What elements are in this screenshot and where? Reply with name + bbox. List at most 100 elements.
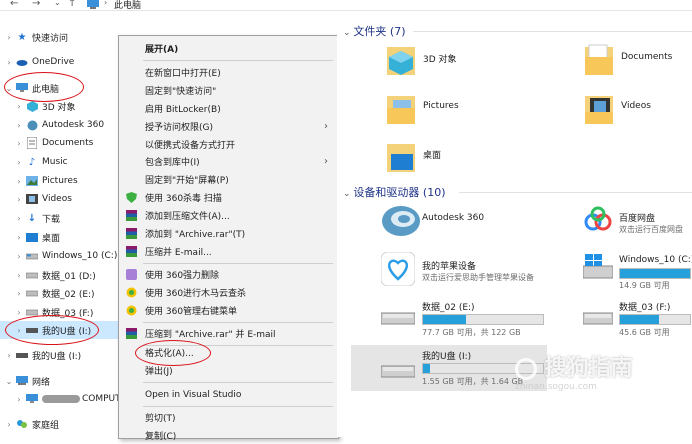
nav-item-drive-c[interactable]: › Windows_10 (C:) [14,247,117,265]
menu-item-copy[interactable]: 复制(C) [119,427,338,444]
nav-item-drive-d[interactable]: › 数据_01 (D:) [14,266,95,284]
menu-item-360-scan[interactable]: 使用 360杀毒 扫描 [119,189,338,206]
chevron-down-icon[interactable]: ⌄ [4,377,14,386]
windows-drive-icon [582,254,614,283]
drive-icon [26,250,38,262]
nav-item-homegroup[interactable]: › 家庭组 [4,415,59,433]
folder-tile-pictures[interactable]: Pictures [387,92,517,136]
chevron-right-icon[interactable]: › [14,308,24,317]
drive-icon [582,310,614,329]
nav-item-usb-drive[interactable]: › 我的U盘 (I:) [4,346,81,364]
menu-item-grant-access[interactable]: 授予访问权限(G) › [119,118,338,135]
device-tile-autodesk-360[interactable]: Autodesk 360 [381,204,541,244]
menu-item-pin-quick-access[interactable]: 固定到"快速访问" [119,82,338,99]
nav-item-documents[interactable]: › Documents [14,134,93,152]
menu-item-expand[interactable]: 展开(A) [119,40,338,57]
folder-tile-documents[interactable]: Documents [585,43,692,87]
chevron-right-icon[interactable]: › [14,252,24,261]
folders-group-header[interactable]: ⌄ 文件夹 (7) [343,23,405,39]
menu-item-open-visual-studio[interactable]: Open in Visual Studio [119,386,338,403]
device-tile-drive-c[interactable]: Windows_10 (C:) 14.9 GB 可用 [582,252,692,292]
star-icon: ★ [17,31,27,43]
chevron-right-icon[interactable]: › [4,351,14,360]
chevron-right-icon[interactable]: › [14,121,24,130]
menu-item-cut[interactable]: 剪切(T) [119,409,338,426]
nav-item-network-computer[interactable]: › COMPUT [14,390,121,408]
chevron-right-icon[interactable]: › [4,33,14,42]
nav-item-desktop[interactable]: › 桌面 [14,228,60,246]
autodesk-icon [381,204,421,241]
menu-separator [143,382,333,383]
drive-usage-fill [423,364,431,373]
nav-item-onedrive[interactable]: › OneDrive [4,53,74,71]
archive-icon [125,210,137,222]
chevron-right-icon[interactable]: › [14,233,24,242]
devices-group-header[interactable]: ⌄ 设备和驱动器 (10) [343,184,445,200]
device-tile-baidu-netdisk[interactable]: 百度网盘 双击运行百度网盘 [583,204,692,244]
menu-item-360-trojan-scan[interactable]: 使用 360进行木马云查杀 [119,284,338,301]
menu-item-include-library[interactable]: 包含到库中(I) › [119,153,338,170]
nav-item-quick-access[interactable]: › ★ 快速访问 [4,28,68,46]
chevron-right-icon[interactable]: › [14,395,24,404]
menu-item-bitlocker[interactable]: 启用 BitLocker(B) [119,100,338,117]
drive-icon [26,287,38,299]
usb-drive-icon [380,363,416,382]
archive-icon [125,246,137,258]
navigation-pane: › ★ 快速访问 › OneDrive ⌄ 此电脑 › 3D 对象 › Auto… [0,18,121,437]
nav-item-pictures[interactable]: › Pictures [14,172,78,190]
menu-item-open-portable[interactable]: 以便携式设备方式打开 [119,136,338,153]
menu-separator [143,60,333,61]
chevron-right-icon[interactable]: › [4,420,14,429]
context-menu: 展开(A) 在新窗口中打开(E) 固定到"快速访问" 启用 BitLocker(… [118,35,339,442]
nav-item-drive-e[interactable]: › 数据_02 (E:) [14,284,94,302]
scan-icon [125,305,137,317]
breadcrumb[interactable]: 此电脑 [114,0,141,11]
nav-item-downloads[interactable]: › ↓ 下载 [14,209,60,227]
chevron-right-icon[interactable]: › [4,58,14,67]
forward-arrow-icon[interactable]: → [32,0,40,9]
nav-item-videos[interactable]: › Videos [14,190,72,208]
highlight-oval [135,340,211,366]
device-tile-apple-device[interactable]: 我的苹果设备 双击运行爱思助手管理苹果设备 [380,251,581,292]
usb-drive-icon [16,349,28,361]
back-arrow-icon[interactable]: ← [10,0,18,9]
drive-usage-fill [620,315,659,324]
folder-tile-desktop[interactable]: 桌面 [387,140,517,184]
chevron-right-icon[interactable]: › [14,177,24,186]
address-bar: ← → ⌄ ↑ › 此电脑 [0,0,692,11]
pictures-folder-icon [387,92,417,129]
cube-icon [26,100,38,112]
chevron-down-icon[interactable]: ⌄ [54,0,61,7]
menu-item-add-archive[interactable]: 添加到压缩文件(A)... [119,207,338,224]
breadcrumb-separator-icon: › [104,0,108,7]
up-arrow-icon[interactable]: ↑ [68,0,76,9]
video-icon [26,193,38,205]
cube-folder-icon [387,43,417,80]
folder-tile-3d-objects[interactable]: 3D 对象 [387,43,517,87]
chevron-right-icon[interactable]: › [14,289,24,298]
menu-item-add-archive-rar[interactable]: 添加到 "Archive.rar"(T) [119,225,338,242]
computer-icon [26,393,38,405]
nav-item-network[interactable]: ⌄ 网络 [4,372,50,390]
folder-tile-videos[interactable]: Videos [585,92,692,136]
menu-item-open-new-window[interactable]: 在新窗口中打开(E) [119,64,338,81]
device-tile-drive-f[interactable]: 数据_03 (F:) 45.6 GB 可用 [582,300,692,342]
drive-icon [380,310,416,329]
chevron-right-icon[interactable]: › [14,139,24,148]
menu-item-pin-start[interactable]: 固定到"开始"屏幕(P) [119,171,338,188]
chevron-right-icon[interactable]: › [14,195,24,204]
chevron-right-icon[interactable]: › [14,158,24,167]
computer-icon [86,0,100,12]
menu-item-360-manage-menu[interactable]: 使用 360管理右键菜单 [119,302,338,319]
chevron-right-icon[interactable]: › [14,102,24,111]
menu-item-eject[interactable]: 弹出(J) [119,362,338,379]
menu-item-360-force-delete[interactable]: 使用 360强力删除 [119,266,338,283]
chevron-right-icon[interactable]: › [14,271,24,280]
nav-item-autodesk-360[interactable]: › Autodesk 360 [14,116,104,134]
menu-item-compress-rar-email[interactable]: 压缩到 "Archive.rar" 并 E-mail [119,325,338,342]
device-tile-drive-e[interactable]: 数据_02 (E:) 77.7 GB 可用，共 122 GB [380,300,581,342]
nav-item-music[interactable]: › ♪ Music [14,153,67,171]
chevron-right-icon[interactable]: › [14,214,24,223]
delete-icon [125,269,137,281]
menu-item-compress-email[interactable]: 压缩并 E-mail... [119,243,338,260]
